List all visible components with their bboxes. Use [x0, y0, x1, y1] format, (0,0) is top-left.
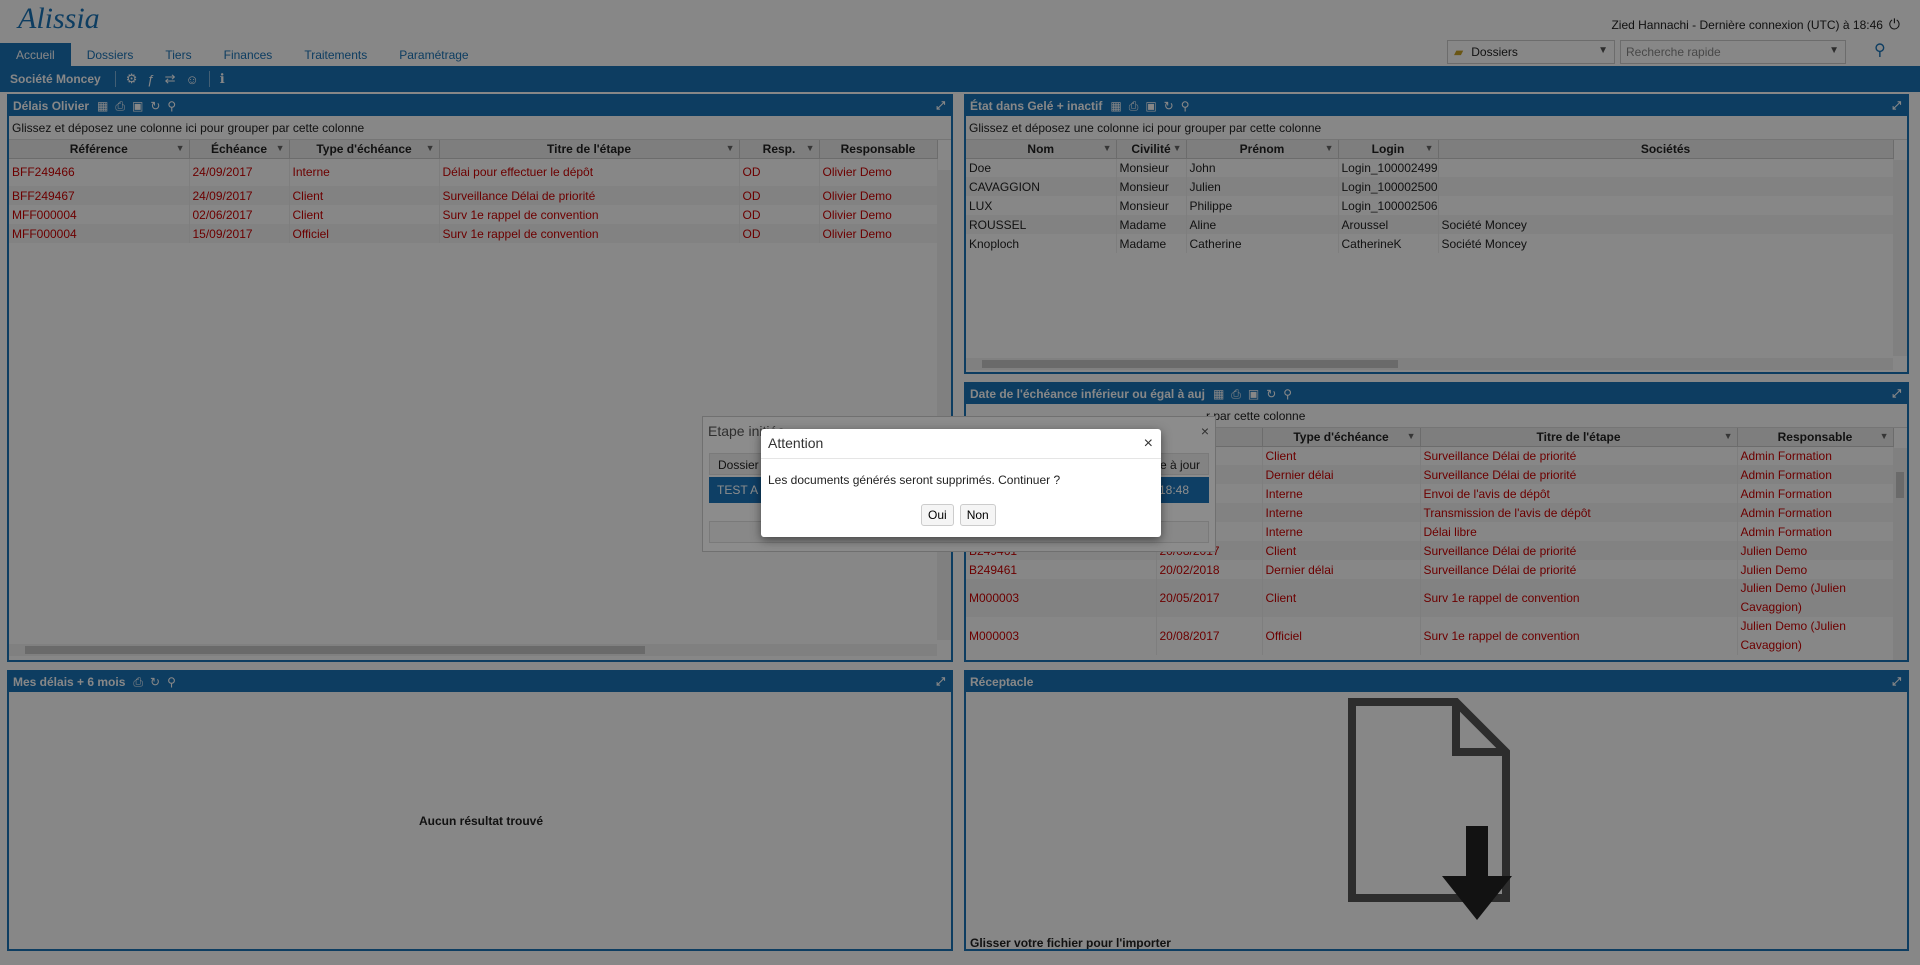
- modal-message: Les documents générés seront supprimés. …: [768, 473, 1061, 487]
- column-header: Dossier: [718, 458, 759, 472]
- close-icon[interactable]: ×: [1201, 423, 1209, 439]
- column-header: e à jour: [1159, 458, 1200, 472]
- yes-button[interactable]: Oui: [921, 504, 954, 526]
- no-button[interactable]: Non: [959, 504, 996, 526]
- modal-buttons: Oui Non: [921, 504, 996, 526]
- close-icon[interactable]: ×: [1144, 435, 1153, 453]
- confirm-modal: Attention × Les documents générés seront…: [761, 429, 1161, 537]
- modal-title: Attention: [761, 429, 1161, 459]
